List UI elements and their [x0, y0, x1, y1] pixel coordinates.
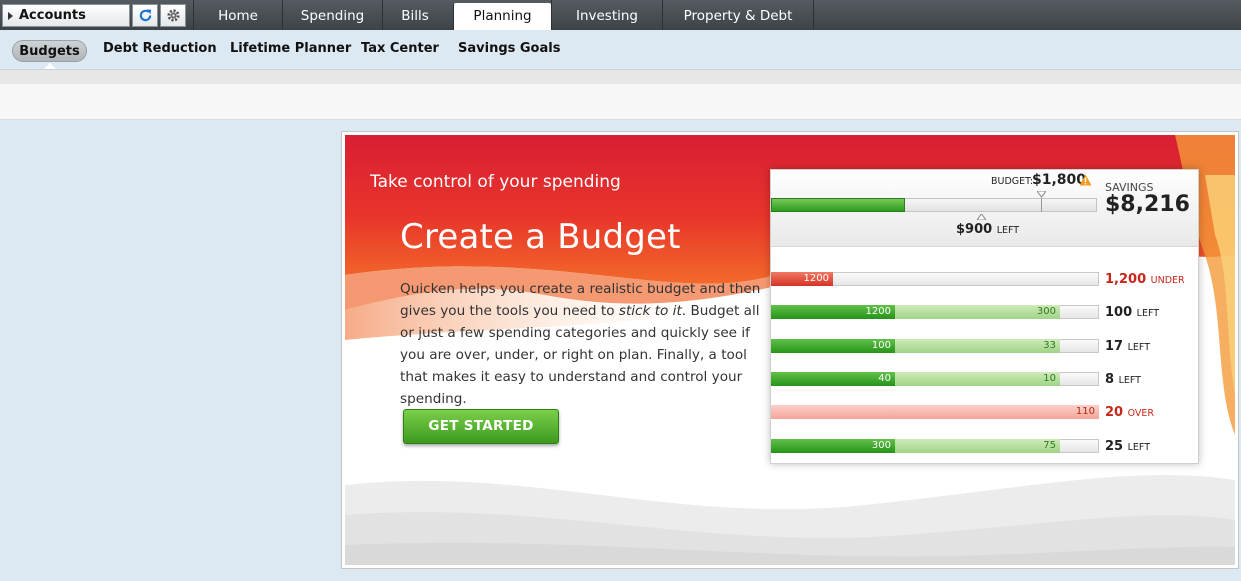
- category-status: 20 OVER: [1105, 405, 1155, 420]
- gear-icon: [167, 9, 180, 22]
- toolbar-strip: [0, 70, 1241, 84]
- subtab-debt-reduction[interactable]: Debt Reduction: [103, 41, 217, 56]
- budget-summary-header: BUDGET: $1,800 SAVINGS $8,216 $900 LEFT: [771, 170, 1198, 247]
- budget-label: BUDGET:: [991, 176, 1034, 187]
- subtab-lifetime-planner[interactable]: Lifetime Planner: [230, 41, 351, 56]
- subtab-tax-center[interactable]: Tax Center: [361, 41, 439, 56]
- savings-amount: $8,216: [1105, 192, 1190, 217]
- category-spent-bar: 1200: [771, 272, 833, 286]
- budget-marker-icon: [1037, 191, 1046, 198]
- refresh-button[interactable]: [132, 4, 158, 27]
- sub-nav-bar: Budgets Debt Reduction Lifetime Planner …: [0, 30, 1241, 70]
- banner-headline: Create a Budget: [400, 217, 681, 257]
- category-remaining-bar: 33: [895, 339, 1060, 353]
- total-budget-fill: [771, 198, 905, 212]
- desc-emphasis: stick to it: [618, 303, 682, 319]
- get-started-button[interactable]: GET STARTED: [403, 409, 559, 444]
- active-subtab-caret: [44, 63, 56, 69]
- tab-planning[interactable]: Planning: [453, 3, 551, 30]
- settings-button[interactable]: [160, 4, 186, 27]
- warning-icon: [1079, 174, 1092, 186]
- sample-budget-card: BUDGET: $1,800 SAVINGS $8,216 $900 LEFT …: [770, 169, 1199, 464]
- category-spent-bar: 100: [771, 339, 895, 353]
- category-remaining-bar: 300: [895, 305, 1060, 319]
- category-remaining-bar: 10: [895, 372, 1060, 386]
- today-marker-icon: [977, 214, 986, 220]
- subtab-budgets[interactable]: Budgets: [12, 40, 87, 62]
- subtab-savings-goals[interactable]: Savings Goals: [458, 41, 560, 56]
- tab-divider: [813, 0, 814, 30]
- category-status: 8 LEFT: [1105, 372, 1141, 387]
- tab-home[interactable]: Home: [193, 0, 282, 30]
- budget-amount: $1,800: [1032, 172, 1087, 188]
- category-spent-bar: 1200: [771, 305, 895, 319]
- category-status: 17 LEFT: [1105, 339, 1151, 354]
- expand-triangle-icon: [8, 12, 13, 20]
- category-spent-bar: 40: [771, 372, 895, 386]
- accounts-label: Accounts: [19, 8, 86, 23]
- banner-description: Quicken helps you create a realistic bud…: [400, 278, 766, 410]
- tab-bills[interactable]: Bills: [382, 0, 447, 30]
- content-header-strip: [0, 84, 1241, 120]
- category-remaining-bar: 75: [895, 439, 1060, 453]
- category-status: 100 LEFT: [1105, 305, 1160, 320]
- tab-investing[interactable]: Investing: [551, 0, 662, 30]
- category-status: 25 LEFT: [1105, 439, 1151, 454]
- refresh-icon: [139, 9, 152, 22]
- tab-property-debt[interactable]: Property & Debt: [662, 0, 813, 30]
- category-spent-bar: 300: [771, 439, 895, 453]
- category-status: 1,200 UNDER: [1105, 272, 1185, 287]
- banner-tagline: Take control of your spending: [370, 172, 621, 192]
- top-nav-bar: Accounts Home Spending Bills Planning In…: [0, 0, 1241, 30]
- amount-left: $900 LEFT: [956, 222, 1020, 237]
- accounts-dropdown[interactable]: Accounts: [2, 4, 130, 27]
- budget-marker-line: [1041, 198, 1042, 212]
- tab-spending[interactable]: Spending: [282, 0, 382, 30]
- budget-promo-banner: Take control of your spending Create a B…: [345, 135, 1235, 565]
- category-over-bar: 110: [771, 405, 1099, 419]
